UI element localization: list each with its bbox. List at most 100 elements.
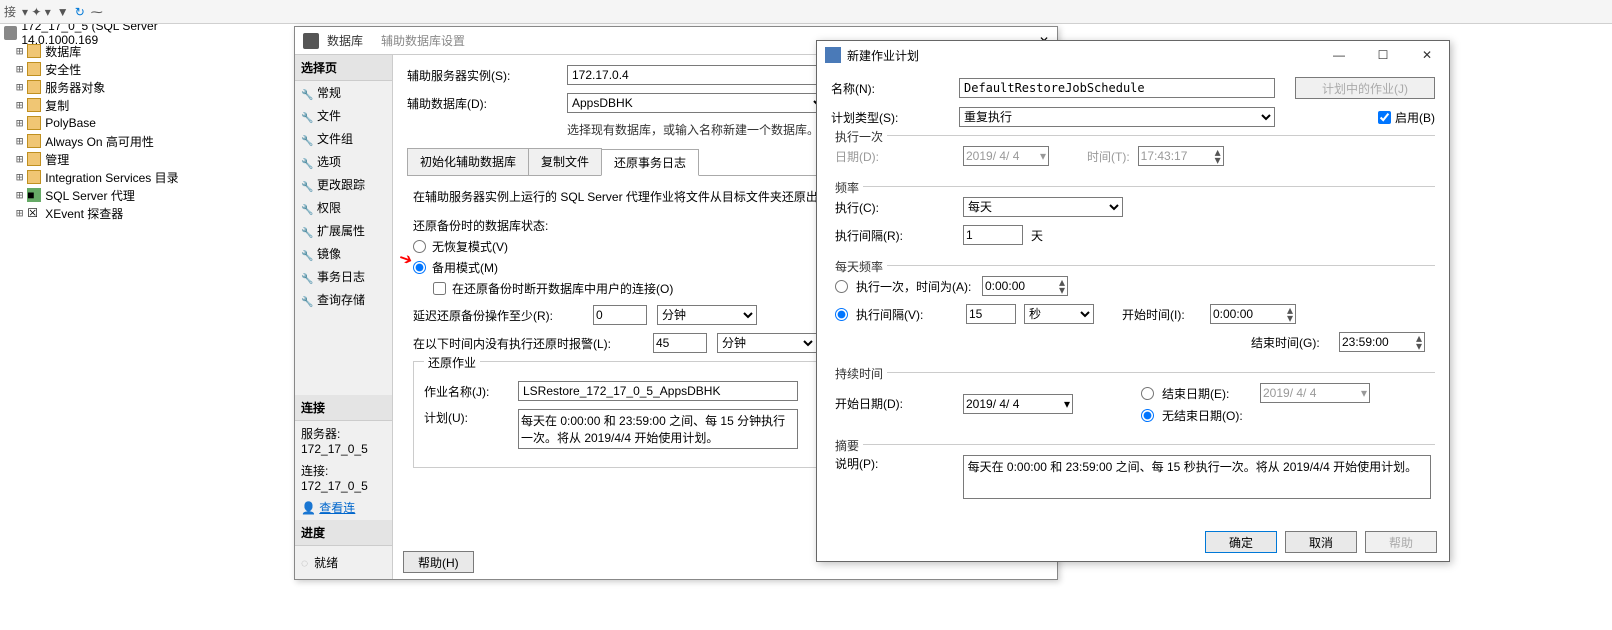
tree-label: 服务器对象 (45, 79, 105, 96)
minimize-icon[interactable]: — (1325, 48, 1353, 62)
noend-label: 无结束日期(O): (1162, 407, 1243, 424)
connect-label[interactable]: 接 (4, 3, 16, 20)
title-main: 数据库 (327, 32, 363, 49)
once-group: 执行一次 日期(D): 2019/ 4/ 4▾ 时间(T): 17:43:17▴… (831, 135, 1435, 180)
name-input[interactable] (959, 78, 1275, 98)
once-date-input: 2019/ 4/ 4▾ (963, 146, 1049, 166)
once-time-input: 17:43:17▴▾ (1138, 146, 1224, 166)
once-at-time[interactable]: 0:00:00▴▾ (982, 276, 1068, 296)
tree-node[interactable]: ⊞ PolyBase (0, 114, 228, 132)
page-extended[interactable]: 扩展属性 (295, 219, 392, 242)
tab-copy[interactable]: 复制文件 (528, 148, 602, 175)
delay-input[interactable] (593, 305, 647, 325)
expand-icon[interactable]: ⊞ (16, 116, 23, 130)
job-name-input[interactable] (518, 381, 798, 401)
expand-icon[interactable]: ⊞ (16, 206, 23, 220)
enddate-radio[interactable] (1141, 387, 1154, 400)
page-mirror[interactable]: 镜像 (295, 242, 392, 265)
repeat-input[interactable] (966, 304, 1016, 324)
expand-icon[interactable]: ⊞ (16, 44, 23, 58)
start-time-label: 开始时间(I): (1122, 306, 1202, 323)
noend-radio[interactable] (1141, 409, 1154, 422)
expand-icon[interactable]: ⊞ (16, 80, 23, 94)
tree-label: 安全性 (45, 61, 81, 78)
alert-input[interactable] (653, 333, 707, 353)
sec-server-input[interactable] (567, 65, 827, 85)
tree-label: PolyBase (45, 116, 96, 130)
exec-select[interactable]: 每天 (963, 197, 1123, 217)
tab-restore[interactable]: 还原事务日志 (601, 149, 699, 176)
ok-button[interactable]: 确定 (1205, 531, 1277, 553)
standby-label: 备用模式(M) (432, 259, 498, 276)
startdate-input[interactable]: 2019/ 4/ 4▾ (963, 394, 1073, 414)
progress-header: 进度 (295, 520, 392, 546)
filter-icon[interactable]: ▼ (57, 5, 69, 19)
view-connection-link[interactable]: 查看连 (319, 501, 355, 515)
repeat-radio[interactable] (835, 308, 848, 321)
start-time-input[interactable]: 0:00:00▴▾ (1210, 304, 1296, 324)
expand-icon[interactable]: ⊞ (16, 188, 23, 202)
enddate-label: 结束日期(E): (1162, 385, 1252, 402)
page-options[interactable]: 选项 (295, 150, 392, 173)
wrench-icon (301, 87, 313, 99)
main-toolbar: 接 ▾ ✦ ▾ ▼ ↻ ⁓ (0, 0, 1612, 24)
page-txlog[interactable]: 事务日志 (295, 265, 392, 288)
view-conn-icon: 👤 (301, 501, 316, 515)
conn-value: 172_17_0_5 (301, 479, 386, 493)
folder-icon (27, 170, 41, 184)
tree-node[interactable]: ⊞Integration Services 目录 (0, 168, 228, 186)
interval-input[interactable] (963, 225, 1023, 245)
frequency-group: 频率 执行(C): 每天 执行间隔(R): 天 (831, 186, 1435, 259)
alert-unit[interactable]: 分钟 (717, 333, 817, 353)
page-general[interactable]: 常规 (295, 81, 392, 104)
page-filegroups[interactable]: 文件组 (295, 127, 392, 150)
once-at-radio[interactable] (835, 280, 848, 293)
expand-icon[interactable]: ⊞ (16, 152, 23, 166)
expand-icon[interactable]: ⊞ (16, 98, 23, 112)
repeat-unit-select[interactable]: 秒 (1024, 304, 1094, 324)
page-querystore[interactable]: 查询存储 (295, 288, 392, 311)
page-files[interactable]: 文件 (295, 104, 392, 127)
disconnect-checkbox[interactable] (433, 282, 446, 295)
duration-group: 持续时间 开始日期(D): 2019/ 4/ 4▾ 结束日期(E):2019/ … (831, 372, 1435, 438)
maximize-icon[interactable]: ☐ (1369, 48, 1397, 62)
end-time-input[interactable]: 23:59:00▴▾ (1339, 332, 1425, 352)
once-time-label: 时间(T): (1087, 148, 1130, 165)
enable-checkbox[interactable] (1378, 111, 1391, 124)
help-button: 帮助 (1365, 531, 1437, 553)
schedule-titlebar[interactable]: 新建作业计划 — ☐ ✕ (817, 41, 1449, 69)
expand-icon[interactable]: ⊞ (16, 134, 23, 148)
expand-icon[interactable]: ⊞ (16, 62, 23, 76)
name-label: 名称(N): (831, 80, 951, 97)
tree-node[interactable]: ⊞Always On 高可用性 (0, 132, 228, 150)
folder-icon (27, 98, 41, 112)
page-permissions[interactable]: 权限 (295, 196, 392, 219)
cancel-button[interactable]: 取消 (1285, 531, 1357, 553)
schedule-text: 每天在 0:00:00 和 23:59:00 之间、每 15 分钟执行一次。将从… (518, 409, 798, 449)
tree-node[interactable]: ⊞ 安全性 (0, 60, 228, 78)
tree-node-agent[interactable]: ⊞■SQL Server 代理 (0, 186, 228, 204)
delay-unit[interactable]: 分钟 (657, 305, 757, 325)
tree-node-xevent[interactable]: ⊞☒XEvent 探查器 (0, 204, 228, 222)
standby-radio[interactable] (413, 261, 426, 274)
type-select[interactable]: 重复执行 (959, 107, 1275, 127)
wrench-icon (301, 271, 313, 283)
tab-init[interactable]: 初始化辅助数据库 (407, 148, 529, 175)
wrench-icon (301, 225, 313, 237)
repeat-label: 执行间隔(V): (856, 306, 958, 323)
new-schedule-dialog: 新建作业计划 — ☐ ✕ 名称(N): 计划中的作业(J) 计划类型(S): 重… (816, 40, 1450, 562)
server-node[interactable]: 172_17_0_5 (SQL Server 14.0.1000.169 (0, 24, 228, 42)
tree-node[interactable]: ⊞管理 (0, 150, 228, 168)
toolbar-icon[interactable]: ▾ ✦ ▾ (22, 5, 51, 19)
tree-node[interactable]: ⊞ 服务器对象 (0, 78, 228, 96)
tree-node[interactable]: ⊞复制 (0, 96, 228, 114)
activity-icon[interactable]: ⁓ (91, 5, 103, 19)
expand-icon[interactable]: ⊞ (16, 170, 23, 184)
sec-db-select[interactable]: AppsDBHK (567, 93, 827, 113)
close-icon[interactable]: ✕ (1413, 48, 1441, 62)
page-changetracking[interactable]: 更改跟踪 (295, 173, 392, 196)
help-button[interactable]: 帮助(H) (403, 551, 474, 573)
folder-icon (27, 62, 41, 76)
refresh-icon[interactable]: ↻ (75, 5, 85, 19)
conn-label: 连接: (301, 462, 386, 479)
